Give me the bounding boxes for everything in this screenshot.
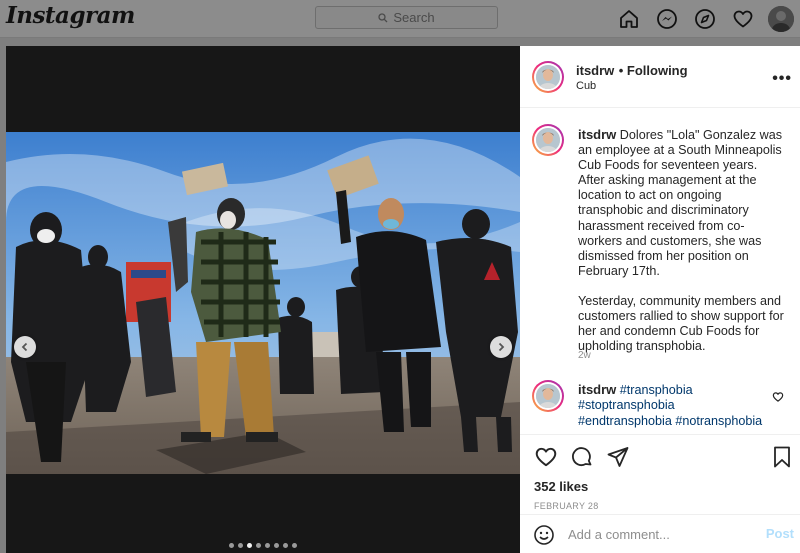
search-placeholder: Search bbox=[393, 10, 435, 25]
carousel-dot bbox=[265, 543, 270, 548]
following-status[interactable]: • Following bbox=[619, 63, 688, 78]
author-username[interactable]: itsdrw bbox=[576, 63, 614, 78]
instagram-logo[interactable]: Instagram bbox=[6, 2, 135, 29]
search-box[interactable]: Search bbox=[315, 6, 498, 29]
carousel-dot bbox=[292, 543, 297, 548]
share-icon[interactable] bbox=[604, 443, 632, 471]
carousel-dot bbox=[283, 543, 288, 548]
hashtag-link[interactable]: #stoptransphobia bbox=[578, 398, 675, 412]
carousel-dot bbox=[229, 543, 234, 548]
post-comment-button[interactable]: Post bbox=[766, 526, 794, 541]
comments-list: itsdrw Dolores "Lola" Gonzalez was an em… bbox=[520, 108, 800, 434]
chevron-right-icon bbox=[498, 342, 505, 352]
caption-timestamp[interactable]: 2w bbox=[578, 350, 591, 361]
like-comment-heart-icon[interactable] bbox=[772, 390, 784, 408]
avatar bbox=[536, 128, 560, 152]
author-avatar[interactable] bbox=[532, 61, 564, 93]
carousel-dot bbox=[274, 543, 279, 548]
comment-input[interactable] bbox=[568, 524, 758, 544]
carousel-next-button[interactable] bbox=[490, 336, 512, 358]
more-options-button[interactable]: ••• bbox=[772, 70, 792, 88]
activity-heart-icon[interactable] bbox=[724, 6, 762, 32]
like-count[interactable]: 352 likes bbox=[534, 479, 588, 494]
avatar bbox=[536, 384, 560, 408]
save-bookmark-icon[interactable] bbox=[768, 443, 796, 471]
carousel-dot bbox=[238, 543, 243, 548]
post-photo bbox=[6, 132, 520, 474]
post-media bbox=[6, 46, 520, 553]
post-sidebar: itsdrw • Following Cub ••• itsdrw Dolore… bbox=[520, 46, 800, 553]
comment-username[interactable]: itsdrw bbox=[578, 382, 616, 397]
carousel-indicator bbox=[6, 543, 520, 548]
carousel-prev-button[interactable] bbox=[14, 336, 36, 358]
comment-avatar[interactable] bbox=[532, 380, 564, 412]
explore-icon[interactable] bbox=[686, 6, 724, 32]
chevron-left-icon bbox=[21, 342, 28, 352]
caption-text-2: Yesterday, community members and custome… bbox=[578, 293, 784, 354]
messenger-icon[interactable] bbox=[648, 6, 686, 32]
hashtag-link[interactable]: #notransphobia bbox=[675, 414, 762, 428]
post-actions: 352 likes FEBRUARY 28 bbox=[520, 434, 800, 514]
avatar bbox=[536, 65, 560, 89]
caption-username[interactable]: itsdrw bbox=[578, 127, 616, 142]
post-caption: itsdrw Dolores "Lola" Gonzalez was an em… bbox=[578, 127, 784, 369]
emoji-icon[interactable] bbox=[533, 524, 555, 551]
home-icon[interactable] bbox=[610, 6, 648, 32]
carousel-dot bbox=[256, 543, 261, 548]
post-date[interactable]: FEBRUARY 28 bbox=[534, 501, 599, 511]
search-icon bbox=[378, 12, 388, 22]
avatar bbox=[768, 6, 794, 32]
carousel-dot bbox=[247, 543, 252, 548]
top-nav: Instagram Search bbox=[0, 0, 800, 38]
comment-icon[interactable] bbox=[568, 443, 596, 471]
hashtag-comment: itsdrw #transphobia #stoptransphobia #en… bbox=[578, 382, 768, 429]
profile-avatar[interactable] bbox=[762, 6, 800, 32]
add-comment-bar: Post bbox=[520, 514, 800, 553]
caption-avatar[interactable] bbox=[532, 124, 564, 156]
like-heart-icon[interactable] bbox=[532, 443, 560, 471]
post-header: itsdrw • Following Cub ••• bbox=[520, 46, 800, 108]
caption-text: Dolores "Lola" Gonzalez was an employee … bbox=[578, 128, 783, 278]
hashtag-link[interactable]: #endtransphobia bbox=[578, 414, 672, 428]
hashtag-link[interactable]: #transphobia bbox=[620, 383, 693, 397]
post-location[interactable]: Cub bbox=[576, 80, 596, 92]
